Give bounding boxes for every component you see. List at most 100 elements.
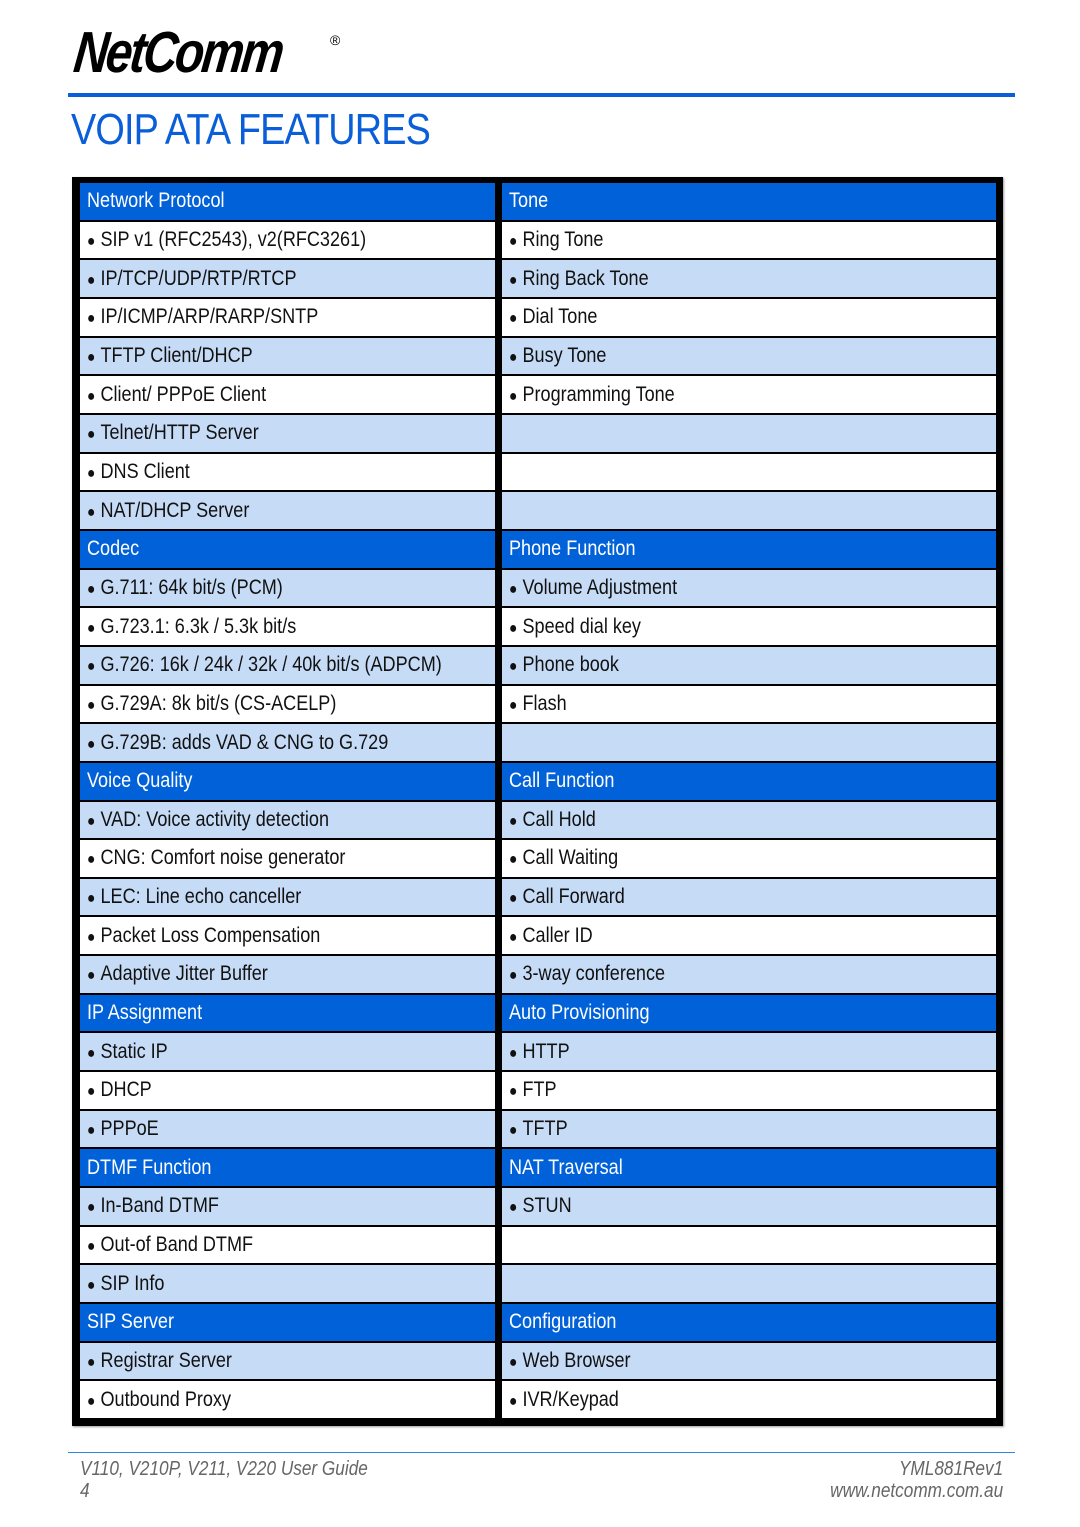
document-code: YML881Rev1 xyxy=(898,1458,1003,1480)
section-header: Codec xyxy=(80,530,495,568)
feature-row: ● DNS Client xyxy=(80,453,495,491)
feature-text: ● LEC: Line echo canceller xyxy=(87,885,301,909)
feature-row: ● Registrar Server xyxy=(80,1342,495,1380)
page-number: 4 xyxy=(80,1480,90,1502)
bullet-icon: ● xyxy=(87,580,96,598)
bullet-icon: ● xyxy=(509,696,518,714)
feature-text: ● Out-of Band DTMF xyxy=(87,1233,253,1257)
bullet-icon: ● xyxy=(87,503,96,521)
features-column-left: Network Protocol ● SIP v1 (RFC2543), v2(RF… xyxy=(80,183,495,1420)
bullet-icon: ● xyxy=(509,658,518,676)
feature-text: ● 3-way conference xyxy=(509,962,665,986)
section-header: Auto Provisioning xyxy=(502,994,996,1032)
feature-row: ● CNG: Comfort noise generator xyxy=(80,840,495,877)
bullet-icon: ● xyxy=(509,1199,518,1217)
feature-text: ● Flash xyxy=(509,692,567,716)
bullet-icon: ● xyxy=(87,928,96,946)
feature-row: ● STUN xyxy=(502,1188,996,1225)
feature-text: ● Dial Tone xyxy=(509,305,597,329)
feature-row: ● G.726: 16k / 24k / 32k / 40k bit/s (ADP… xyxy=(80,646,495,684)
feature-label: DNS Client xyxy=(100,459,190,483)
feature-text: ● Ring Back Tone xyxy=(509,267,649,291)
section-title: Codec xyxy=(87,537,140,561)
feature-label: Web Browser xyxy=(522,1349,631,1373)
bullet-icon: ● xyxy=(509,1354,518,1372)
feature-label: Call Hold xyxy=(522,807,596,831)
bullet-icon: ● xyxy=(509,967,518,985)
section-header: Phone Function xyxy=(502,530,996,568)
feature-label: Telnet/HTTP Server xyxy=(100,421,259,445)
feature-row: ● TFTP xyxy=(502,1110,996,1148)
feature-label: Volume Adjustment xyxy=(522,575,678,599)
feature-label: NAT/DHCP Server xyxy=(100,498,250,522)
feature-text: ● Packet Loss Compensation xyxy=(87,924,320,948)
website-link[interactable]: www.netcomm.com.au xyxy=(830,1480,1003,1502)
bullet-icon: ● xyxy=(87,1354,96,1372)
feature-row: ● G.723.1: 6.3k / 5.3k bit/s xyxy=(80,608,495,645)
feature-row: ● Web Browser xyxy=(502,1342,996,1380)
feature-text: ● Client/ PPPoE Client xyxy=(87,383,266,407)
feature-row: ● Call Waiting xyxy=(502,840,996,877)
feature-label: Outbound Proxy xyxy=(100,1387,231,1411)
feature-text: ● In-Band DTMF xyxy=(87,1194,219,1218)
feature-label: G.723.1: 6.3k / 5.3k bit/s xyxy=(100,614,297,638)
feature-text: ● NAT/DHCP Server xyxy=(87,499,249,523)
feature-row: ● FTP xyxy=(502,1072,996,1109)
section-title: Network Protocol xyxy=(87,189,225,213)
bullet-icon: ● xyxy=(509,1392,518,1410)
section-header: Call Function xyxy=(502,762,996,800)
feature-text: ● IVR/Keypad xyxy=(509,1388,619,1412)
section-header: NAT Traversal xyxy=(502,1149,996,1187)
feature-label: Ring Back Tone xyxy=(522,266,649,290)
feature-text: ● Caller ID xyxy=(509,924,593,948)
feature-text: ● Registrar Server xyxy=(87,1349,232,1373)
feature-text: ● Programming Tone xyxy=(509,383,675,407)
feature-row: ● Busy Tone xyxy=(502,337,996,375)
feature-label: IP/ICMP/ARP/RARP/SNTP xyxy=(100,305,319,329)
feature-row: ● G.729B: adds VAD & CNG to G.729 xyxy=(80,724,495,761)
features-column-right: Tone ● Ring Tone ● Ring Back Tone ● Dial Tone ●… xyxy=(502,183,996,1420)
feature-text: ● Call Hold xyxy=(509,808,596,832)
bullet-icon: ● xyxy=(509,619,518,637)
feature-text: ● PPPoE xyxy=(87,1117,159,1141)
feature-text: ● Phone book xyxy=(509,653,619,677)
feature-label: In-Band DTMF xyxy=(100,1194,219,1218)
feature-text: ● Call Waiting xyxy=(509,846,618,870)
bullet-icon: ● xyxy=(87,1392,96,1410)
feature-label: FTP xyxy=(522,1078,557,1102)
bullet-icon: ● xyxy=(87,348,96,366)
feature-row: ● Speed dial key xyxy=(502,608,996,645)
feature-row: ● G.729A: 8k bit/s (CS-ACELP) xyxy=(80,685,495,723)
feature-row: ● IVR/Keypad xyxy=(502,1381,996,1418)
feature-row: ● Static IP xyxy=(80,1033,495,1071)
bullet-icon: ● xyxy=(87,1199,96,1217)
feature-row: ● PPPoE xyxy=(80,1110,495,1148)
empty-row xyxy=(502,414,996,452)
feature-text: ● Call Forward xyxy=(509,885,625,909)
feature-label: 3-way conference xyxy=(522,962,666,986)
bullet-icon: ● xyxy=(509,271,518,289)
feature-label: Out-of Band DTMF xyxy=(100,1233,254,1257)
feature-row: ● Volume Adjustment xyxy=(502,569,996,607)
feature-label: Speed dial key xyxy=(522,614,641,638)
feature-label: DHCP xyxy=(100,1078,152,1102)
feature-label: Call Forward xyxy=(522,885,625,909)
bullet-icon: ● xyxy=(87,851,96,869)
feature-text: ● G.726: 16k / 24k / 32k / 40k bit/s (ADP… xyxy=(87,653,442,677)
feature-label: Caller ID xyxy=(522,923,593,947)
feature-row: ● Ring Back Tone xyxy=(502,260,996,297)
feature-label: G.711: 64k bit/s (PCM) xyxy=(100,575,283,599)
section-title: IP Assignment xyxy=(87,1001,203,1025)
section-header: SIP Server xyxy=(80,1304,495,1341)
feature-label: IP/TCP/UDP/RTP/RTCP xyxy=(100,266,297,290)
feature-label: LEC: Line echo canceller xyxy=(100,885,302,909)
empty-row xyxy=(502,492,996,529)
bullet-icon: ● xyxy=(509,310,518,328)
feature-label: IVR/Keypad xyxy=(522,1387,619,1411)
bullet-icon: ● xyxy=(87,812,96,830)
footer-divider xyxy=(68,1452,1015,1453)
header-divider xyxy=(68,93,1015,97)
feature-label: CNG: Comfort noise generator xyxy=(100,846,346,870)
feature-text: ● Volume Adjustment xyxy=(509,576,677,600)
features-table: Network Protocol ● SIP v1 (RFC2543), v2(RF… xyxy=(72,177,1003,1426)
